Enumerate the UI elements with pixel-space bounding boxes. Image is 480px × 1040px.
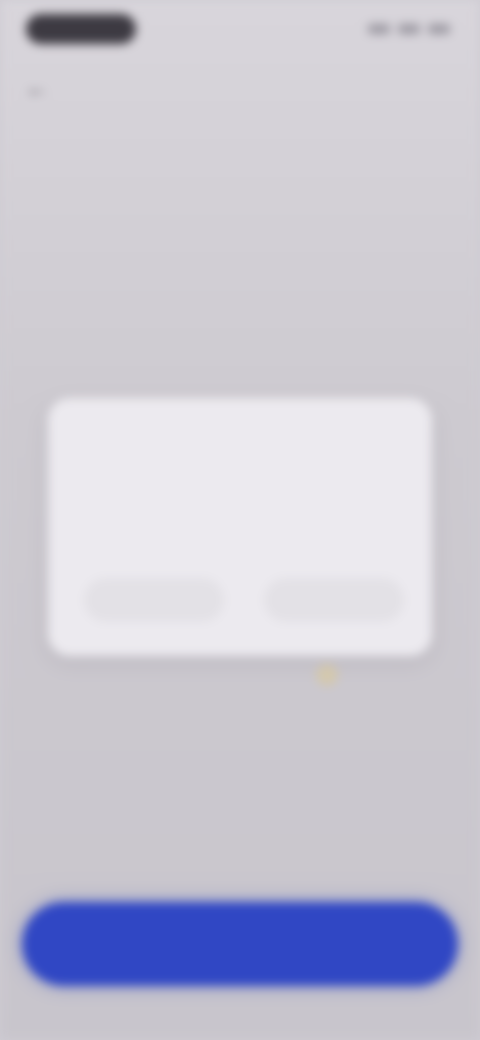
signal-icon [368, 24, 390, 34]
arrow-left-icon[interactable]: ← [24, 76, 50, 102]
permission-dialog [48, 398, 432, 656]
dialog-cancel-button[interactable] [84, 578, 224, 622]
primary-continue-button[interactable] [22, 902, 458, 986]
top-bar: ← [0, 62, 480, 118]
page-title [92, 76, 432, 104]
app-screen: ← [0, 0, 480, 1040]
status-bar [0, 0, 480, 60]
status-time [26, 14, 136, 44]
dialog-confirm-button[interactable] [264, 578, 404, 622]
status-icons [368, 22, 450, 36]
dialog-actions [84, 578, 404, 622]
touch-indicator [316, 664, 338, 686]
battery-icon [428, 24, 450, 34]
wifi-icon [398, 24, 420, 34]
